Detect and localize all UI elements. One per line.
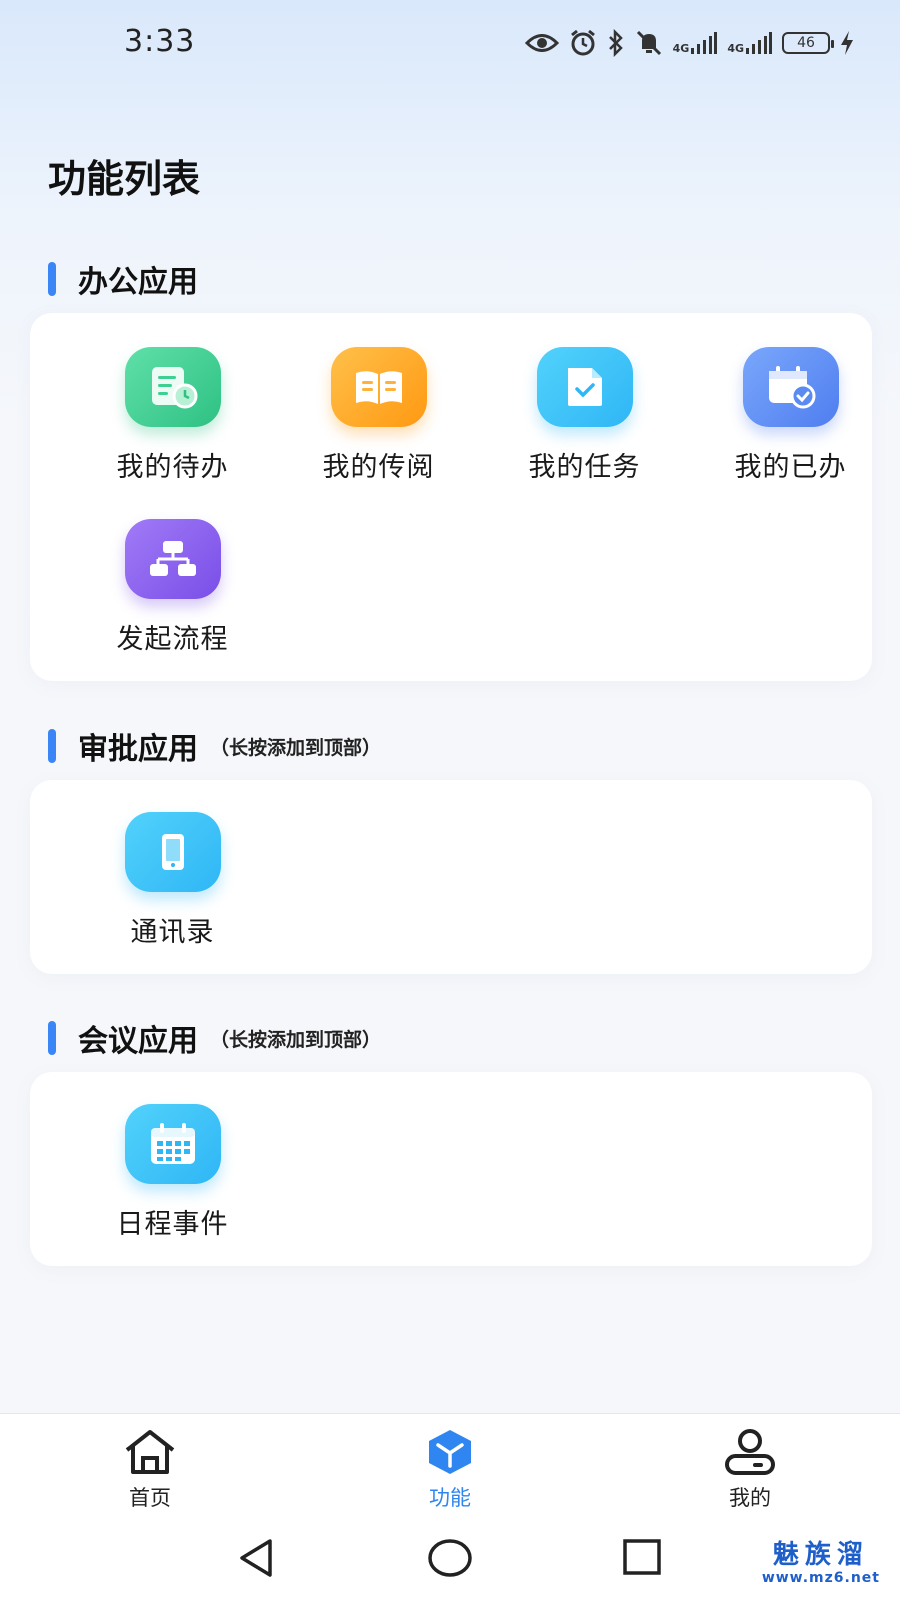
page-title: 功能列表 — [48, 157, 201, 201]
app-start-process[interactable]: 发起流程 — [70, 519, 275, 656]
app-label: 我的待办 — [116, 452, 229, 483]
network-type-2: 4G — [727, 42, 744, 55]
section-header-approval: 审批应用 （长按添加到顶部） — [48, 724, 381, 768]
bluetooth-icon — [608, 29, 623, 57]
app-label: 我的传阅 — [322, 452, 435, 483]
tab-label: 我的 — [729, 1486, 771, 1510]
watermark-url: www.mz6.net — [761, 1570, 880, 1586]
section-accent-bar — [48, 1021, 56, 1055]
back-icon[interactable] — [236, 1537, 278, 1579]
section-header-office: 办公应用 — [48, 257, 198, 301]
section-hint: （长按添加到顶部） — [210, 736, 382, 759]
flowchart-icon — [124, 519, 221, 599]
bottom-tab-bar: 首页 功能 我的 — [0, 1413, 900, 1523]
watermark-logo: 魅族溜 www.mz6.net — [762, 1540, 880, 1586]
signal-bars-icon — [691, 32, 718, 54]
section-header-meeting: 会议应用 （长按添加到顶部） — [48, 1016, 381, 1060]
tab-home[interactable]: 首页 — [60, 1414, 240, 1524]
signal-2: 4G — [727, 32, 772, 54]
app-label: 我的已办 — [734, 452, 847, 483]
cube-icon — [429, 1430, 471, 1474]
charging-icon — [841, 31, 853, 55]
user-icon — [725, 1429, 775, 1475]
status-time: 3:33 — [124, 24, 196, 59]
battery-indicator: 46 — [782, 32, 834, 54]
status-bar: 3:33 4G 4G 46 — [0, 0, 900, 86]
tab-label: 功能 — [429, 1486, 471, 1510]
app-label: 通讯录 — [130, 917, 215, 948]
phone-icon — [124, 812, 221, 892]
tab-function[interactable]: 功能 — [360, 1414, 540, 1524]
status-icons: 4G 4G 46 — [524, 26, 854, 60]
signal-1: 4G — [673, 32, 718, 54]
app-contacts[interactable]: 通讯录 — [70, 812, 275, 949]
calendar-grid-icon — [124, 1104, 221, 1184]
office-apps-card: 我的待办 我的传阅 我的任务 我的已办 发起流程 — [30, 313, 872, 681]
app-my-done[interactable]: 我的已办 — [688, 347, 893, 484]
app-my-tasks[interactable]: 我的任务 — [482, 347, 687, 484]
network-type-1: 4G — [672, 42, 690, 55]
recents-square-icon[interactable] — [622, 1537, 662, 1577]
calendar-done-icon — [742, 347, 839, 427]
home-circle-icon[interactable] — [427, 1537, 473, 1579]
section-accent-bar — [48, 262, 56, 296]
meeting-apps-card: 日程事件 — [30, 1072, 872, 1266]
app-label: 日程事件 — [116, 1209, 229, 1240]
eye-icon — [524, 34, 559, 52]
tab-label: 首页 — [129, 1486, 171, 1510]
approval-apps-card: 通讯录 — [30, 780, 872, 974]
todo-icon — [124, 347, 221, 427]
app-label: 发起流程 — [116, 624, 229, 655]
app-label: 我的任务 — [528, 452, 641, 483]
section-title: 会议应用 — [78, 1024, 198, 1059]
home-icon — [125, 1430, 175, 1474]
alarm-icon — [570, 29, 595, 56]
watermark-name: 魅族溜 — [772, 1540, 869, 1570]
app-my-circulation[interactable]: 我的传阅 — [276, 347, 481, 484]
app-schedule-events[interactable]: 日程事件 — [70, 1104, 275, 1241]
section-title: 审批应用 — [78, 732, 198, 767]
section-hint: （长按添加到顶部） — [210, 1028, 382, 1051]
section-title: 办公应用 — [78, 265, 198, 300]
signal-bars-icon — [746, 32, 772, 54]
mute-bell-icon — [636, 30, 661, 56]
section-accent-bar — [48, 729, 56, 763]
tab-mine[interactable]: 我的 — [660, 1414, 840, 1524]
app-my-todo[interactable]: 我的待办 — [70, 347, 275, 484]
task-doc-icon — [536, 347, 633, 427]
book-icon — [330, 347, 427, 427]
